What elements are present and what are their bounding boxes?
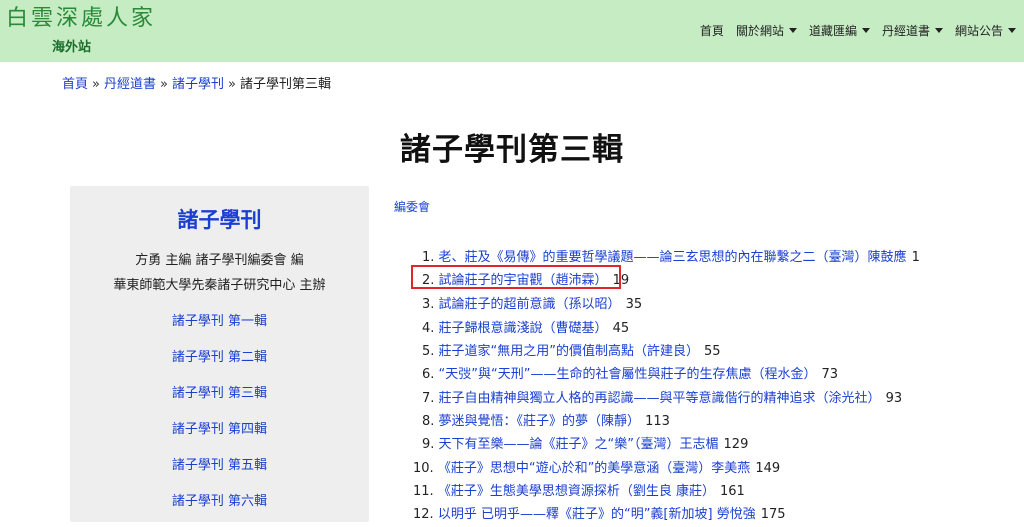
article-page: 175	[760, 507, 786, 522]
article-number: 1.	[422, 250, 435, 265]
article-number: 10.	[413, 461, 434, 476]
article-number: 4.	[422, 321, 435, 336]
breadcrumb-current: 諸子學刊第三輯	[239, 77, 331, 92]
page-title: 諸子學刊第三輯	[400, 132, 624, 168]
sidebar-host-line: 華東師範大學先秦諸子研究中心 主辦	[113, 278, 326, 293]
nav-danjing-label: 丹經道書	[881, 24, 930, 38]
breadcrumb-danjing[interactable]: 丹經道書	[104, 77, 156, 92]
nav-announcements[interactable]: 網站公告	[955, 22, 1016, 39]
article-item: 7. 莊子自由精神與獨立人格的再認識——與平等意識偕行的精神追求（涂光社） 93	[422, 387, 902, 406]
article-number: 5.	[422, 344, 435, 359]
nav-daozang[interactable]: 道藏匯編	[809, 22, 870, 39]
site-header: 白雲深處人家 海外站 首頁 關於網站 道藏匯編 丹經道書 網站公告	[0, 0, 1024, 62]
article-link[interactable]: 老、莊及《易傳》的重要哲學議題——論三玄思想的內在聯繫之二（臺灣）陳鼓應	[439, 250, 907, 265]
sidebar-link-vol4[interactable]: 諸子學刊 第四輯	[70, 418, 369, 437]
article-number: 9.	[422, 437, 435, 452]
article-page: 55	[704, 344, 721, 359]
article-number: 3.	[422, 297, 435, 312]
article-link[interactable]: 以明乎 已明乎——釋《莊子》的“明”義[新加坡] 勞悅強	[438, 507, 756, 522]
article-link[interactable]: 天下有至樂——論《莊子》之“樂”（臺灣）王志楣	[439, 437, 719, 452]
breadcrumb-zhuzi[interactable]: 諸子學刊	[172, 77, 224, 92]
article-page: 161	[719, 484, 745, 499]
article-number: 8.	[422, 414, 435, 429]
article-item: 1. 老、莊及《易傳》的重要哲學議題——論三玄思想的內在聯繫之二（臺灣）陳鼓應 1	[422, 246, 920, 265]
article-link[interactable]: 《莊子》思想中“遊心於和”的美學意涵（臺灣）李美燕	[438, 461, 750, 476]
highlight-box	[411, 265, 621, 289]
caret-down-icon	[861, 28, 870, 33]
article-item: 9. 天下有至樂——論《莊子》之“樂”（臺灣）王志楣 129	[422, 433, 748, 452]
article-item: 4. 莊子歸根意識淺說（曹礎基） 45	[422, 317, 629, 336]
article-page: 149	[755, 461, 781, 476]
article-item: 5. 莊子道家“無用之用”的價值制高點（許建良） 55	[422, 340, 721, 359]
article-page: 35	[625, 297, 643, 312]
article-page: 73	[821, 367, 839, 382]
article-link[interactable]: 莊子道家“無用之用”的價值制高點（許建良）	[439, 344, 699, 359]
article-link[interactable]: 莊子歸根意識淺說（曹礎基）	[439, 321, 608, 336]
caret-down-icon	[1008, 28, 1016, 33]
caret-down-icon	[788, 28, 797, 33]
article-number: 12.	[413, 507, 434, 522]
nav-about[interactable]: 關於網站	[736, 22, 797, 39]
breadcrumb-separator: »	[92, 77, 100, 92]
article-page: 93	[885, 391, 903, 406]
nav-home-label: 首頁	[699, 24, 724, 38]
article-item: 10. 《莊子》思想中“遊心於和”的美學意涵（臺灣）李美燕 149	[413, 457, 780, 476]
breadcrumb-separator: »	[227, 77, 236, 92]
article-link[interactable]: 夢迷與覺悟：《莊子》的夢（陳靜）	[439, 414, 641, 429]
nav-home[interactable]: 首頁	[700, 22, 724, 39]
caret-down-icon	[934, 28, 943, 33]
article-number: 6.	[422, 367, 435, 382]
nav-announcements-label: 網站公告	[954, 24, 1003, 38]
article-item: 3. 試論莊子的超前意識（孫以昭） 35	[422, 293, 642, 312]
sidebar-link-vol2[interactable]: 諸子學刊 第二輯	[70, 346, 369, 365]
article-number: 11.	[413, 484, 434, 499]
nav-about-label: 關於網站	[735, 24, 784, 38]
article-item: 12. 以明乎 已明乎——釋《莊子》的“明”義[新加坡] 勞悅強 175	[413, 503, 786, 522]
article-item: 6. “天弢”與“天刑”——生命的社會屬性與莊子的生存焦慮（程水金） 73	[422, 363, 838, 382]
breadcrumb-separator: »	[160, 77, 168, 92]
article-page: 129	[723, 437, 749, 452]
sidebar-editor-line: 方勇 主編 諸子學刊編委會 編	[135, 253, 304, 268]
committee-link[interactable]: 編委會	[394, 198, 430, 215]
sidebar-title[interactable]: 諸子學刊	[70, 204, 369, 234]
site-logo[interactable]: 白雲深處人家 海外站	[6, 6, 157, 55]
article-link[interactable]: 莊子自由精神與獨立人格的再認識——與平等意識偕行的精神追求（涂光社）	[439, 391, 881, 406]
sidebar-link-vol3[interactable]: 諸子學刊 第三輯	[70, 382, 369, 401]
sidebar-link-vol6[interactable]: 諸子學刊 第六輯	[70, 490, 369, 509]
breadcrumb: 首頁» 丹經道書» 諸子學刊» 諸子學刊第三輯	[62, 73, 331, 92]
article-page: 113	[645, 414, 670, 429]
logo-subtitle: 海外站	[52, 40, 92, 55]
sidebar: 諸子學刊 方勇 主編 諸子學刊編委會 編 華東師範大學先秦諸子研究中心 主辦 諸…	[70, 186, 369, 522]
nav-danjing[interactable]: 丹經道書	[882, 22, 943, 39]
logo-text: 白雲深處人家	[6, 6, 157, 31]
article-page: 1	[911, 250, 920, 265]
breadcrumb-home[interactable]: 首頁	[62, 77, 88, 92]
sidebar-link-vol5[interactable]: 諸子學刊 第五輯	[70, 454, 369, 473]
article-item: 8. 夢迷與覺悟：《莊子》的夢（陳靜） 113	[422, 410, 670, 429]
article-link[interactable]: “天弢”與“天刑”——生命的社會屬性與莊子的生存焦慮（程水金）	[439, 367, 817, 382]
article-page: 45	[612, 321, 630, 336]
article-link[interactable]: 試論莊子的超前意識（孫以昭）	[439, 297, 621, 312]
article-link[interactable]: 《莊子》生態美學思想資源探析（劉生良 康莊）	[438, 484, 715, 499]
article-number: 7.	[422, 391, 435, 406]
nav-daozang-label: 道藏匯編	[808, 24, 857, 38]
article-item: 11. 《莊子》生態美學思想資源探析（劉生良 康莊） 161	[413, 480, 745, 499]
main-nav: 首頁 關於網站 道藏匯編 丹經道書 網站公告	[688, 22, 1016, 39]
sidebar-link-vol1[interactable]: 諸子學刊 第一輯	[70, 310, 369, 329]
